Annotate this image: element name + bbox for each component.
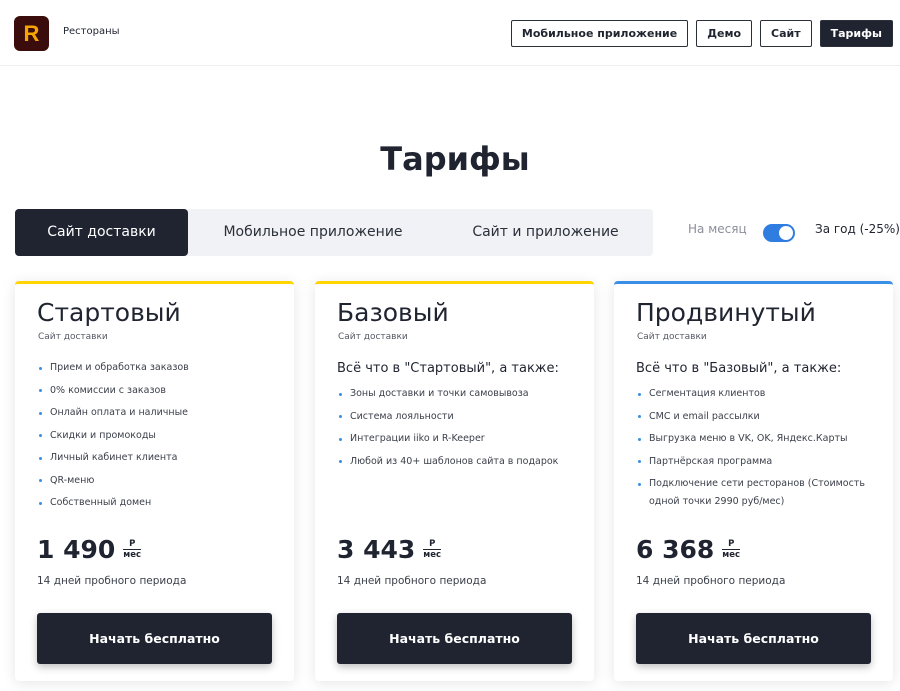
feature-item: Собственный домен bbox=[37, 494, 282, 512]
feature-item: Партнёрская программа bbox=[636, 453, 881, 471]
feature-item: Зоны доставки и точки самовывоза bbox=[337, 385, 582, 403]
feature-item: Прием и обработка заказов bbox=[37, 359, 282, 377]
feature-list: Зоны доставки и точки самовывоза Система… bbox=[337, 385, 582, 475]
trial-note: 14 дней пробного периода bbox=[636, 575, 786, 587]
price-row: 1 490 Р мес bbox=[37, 535, 142, 564]
nav-site-button[interactable]: Сайт bbox=[760, 20, 812, 47]
product-tabs: Сайт доставки Мобильное приложение Сайт … bbox=[15, 209, 653, 256]
start-free-button[interactable]: Начать бесплатно bbox=[337, 613, 572, 664]
feature-item: СМС и email рассылки bbox=[636, 408, 881, 426]
price-unit: Р мес bbox=[722, 539, 741, 560]
top-nav: Мобильное приложение Демо Сайт Тарифы bbox=[510, 20, 893, 47]
tab-delivery-site[interactable]: Сайт доставки bbox=[15, 209, 188, 256]
currency-label: Р bbox=[728, 539, 735, 549]
plan-card-basic: Базовый Сайт доставки Всё что в "Стартов… bbox=[315, 281, 594, 681]
tab-site-and-app[interactable]: Сайт и приложение bbox=[438, 209, 653, 256]
feature-list: Прием и обработка заказов 0% комиссии с … bbox=[37, 359, 282, 517]
plan-price: 1 490 bbox=[37, 535, 116, 564]
start-free-button[interactable]: Начать бесплатно bbox=[37, 613, 272, 664]
price-row: 3 443 Р мес bbox=[337, 535, 442, 564]
plan-card-advanced: Продвинутый Сайт доставки Всё что в "Баз… bbox=[614, 281, 893, 681]
feature-item: 0% комиссии с заказов bbox=[37, 382, 282, 400]
billing-period-toggle[interactable] bbox=[763, 224, 795, 242]
feature-item: Выгрузка меню в VK, OK, Яндекс.Карты bbox=[636, 430, 881, 448]
tab-mobile-app[interactable]: Мобильное приложение bbox=[188, 209, 438, 256]
feature-item: Система лояльности bbox=[337, 408, 582, 426]
per-month-label: мес bbox=[722, 549, 741, 560]
plan-subtitle: Сайт доставки bbox=[338, 332, 408, 342]
page-title: Тарифы bbox=[380, 140, 530, 178]
trial-note: 14 дней пробного периода bbox=[37, 575, 187, 587]
period-month-label[interactable]: На месяц bbox=[688, 222, 747, 236]
nav-mobile-app-button[interactable]: Мобильное приложение bbox=[510, 20, 689, 47]
plan-card-starter: Стартовый Сайт доставки Прием и обработк… bbox=[15, 281, 294, 681]
restaurant-logo[interactable]: R bbox=[14, 16, 49, 51]
feature-item: Онлайн оплата и наличные bbox=[37, 404, 282, 422]
nav-pricing-button[interactable]: Тарифы bbox=[819, 20, 893, 47]
toggle-knob bbox=[779, 226, 793, 240]
plan-name: Продвинутый bbox=[636, 298, 816, 327]
price-unit: Р мес bbox=[123, 539, 142, 560]
currency-label: Р bbox=[429, 539, 436, 549]
feature-item: Личный кабинет клиента bbox=[37, 449, 282, 467]
feature-item: Скидки и промокоды bbox=[37, 427, 282, 445]
feature-item: Любой из 40+ шаблонов сайта в подарок bbox=[337, 453, 582, 471]
feature-item: Интеграции iiko и R-Keeper bbox=[337, 430, 582, 448]
feature-list: Сегментация клиентов СМС и email рассылк… bbox=[636, 385, 881, 516]
price-row: 6 368 Р мес bbox=[636, 535, 741, 564]
plan-name: Стартовый bbox=[37, 298, 181, 327]
start-free-button[interactable]: Начать бесплатно bbox=[636, 613, 871, 664]
price-unit: Р мес bbox=[423, 539, 442, 560]
trial-note: 14 дней пробного периода bbox=[337, 575, 487, 587]
feature-item: Сегментация клиентов bbox=[636, 385, 881, 403]
plan-subtitle: Сайт доставки bbox=[38, 332, 108, 342]
currency-label: Р bbox=[129, 539, 136, 549]
per-month-label: мес bbox=[123, 549, 142, 560]
plan-intro: Всё что в "Базовый", а также: bbox=[636, 361, 842, 376]
plan-price: 6 368 bbox=[636, 535, 715, 564]
per-month-label: мес bbox=[423, 549, 442, 560]
plan-price: 3 443 bbox=[337, 535, 416, 564]
plan-name: Базовый bbox=[337, 298, 449, 327]
plan-intro: Всё что в "Стартовый", а также: bbox=[337, 361, 559, 376]
brand-name[interactable]: Рестораны bbox=[63, 26, 120, 37]
feature-item: QR-меню bbox=[37, 472, 282, 490]
feature-item: Подключение сети ресторанов (Стоимость о… bbox=[636, 475, 881, 511]
top-bar: R Рестораны Мобильное приложение Демо Са… bbox=[0, 0, 900, 66]
nav-demo-button[interactable]: Демо bbox=[696, 20, 753, 47]
plan-subtitle: Сайт доставки bbox=[637, 332, 707, 342]
period-year-label[interactable]: За год (-25%) bbox=[815, 222, 900, 236]
